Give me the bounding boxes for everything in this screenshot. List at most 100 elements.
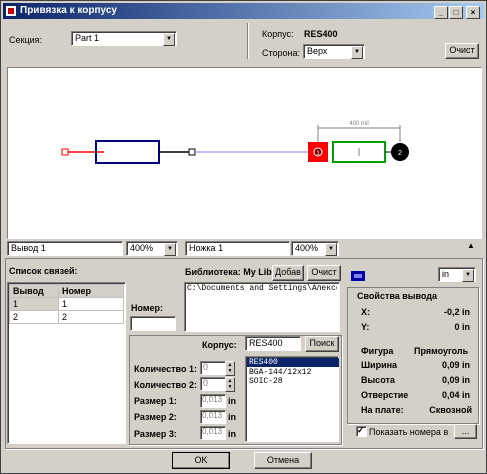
width-value: 0,09 in	[441, 360, 470, 370]
size3-input[interactable]: 0,013	[200, 426, 226, 440]
pin-field-value: Вывод 1	[11, 243, 46, 253]
title-bar: Привязка к корпусу _ □ ×	[3, 3, 484, 19]
pad-field[interactable]: Ножка 1	[185, 241, 290, 256]
section-value: Part 1	[75, 33, 100, 43]
list-item[interactable]: BGA-144/12x12	[249, 368, 311, 377]
zoom-right-dropdown[interactable]: 400% ▼	[291, 241, 339, 256]
height-label: Высота	[361, 375, 395, 385]
pad-2-number: 2	[398, 150, 402, 157]
dimension-label: 400 mil	[349, 121, 368, 127]
close-button[interactable]: ×	[466, 6, 480, 19]
clear-button-top[interactable]: Очист	[445, 43, 479, 59]
shape-value: Прямоуголь	[414, 346, 469, 356]
pin1-endpoint[interactable]	[61, 148, 69, 156]
chevron-down-icon[interactable]: ▼	[325, 243, 337, 256]
search-results-list[interactable]: RES400 BGA-144/12x12 SOIC-28	[245, 356, 339, 442]
height-value: 0,09 in	[441, 375, 470, 385]
package-value: RES400	[304, 29, 338, 39]
x-value: -0,2 in	[443, 307, 470, 317]
table-cell[interactable]: 2	[58, 310, 124, 324]
units-dropdown[interactable]: in ▼	[438, 267, 476, 282]
show-numbers-label[interactable]: Показать номера в	[369, 427, 451, 437]
search-button[interactable]: Поиск	[305, 336, 339, 352]
minimize-button[interactable]: _	[434, 6, 448, 19]
side-dropdown[interactable]: Верх ▼	[303, 44, 365, 59]
pin-field[interactable]: Вывод 1	[7, 241, 123, 256]
side-label: Сторона:	[262, 48, 301, 58]
table-cell[interactable]: 1	[58, 297, 124, 311]
chevron-down-icon[interactable]: ▼	[163, 33, 175, 46]
column-header-pin[interactable]: Вывод	[9, 284, 59, 298]
count1-input[interactable]: 0	[200, 361, 226, 375]
links-label: Список связей:	[9, 266, 78, 276]
table-row[interactable]: 1 1	[9, 297, 124, 311]
pad-field-value: Ножка 1	[189, 243, 224, 253]
count1-value: 0	[203, 362, 209, 372]
ok-button[interactable]: OK	[172, 452, 230, 469]
pad-properties-icon	[351, 271, 365, 281]
library-label: Библиотека: My Libra	[185, 267, 281, 277]
y-value: 0 in	[454, 322, 470, 332]
units-value: in	[442, 269, 450, 279]
table-cell[interactable]: 1	[9, 297, 59, 311]
more-button[interactable]: ...	[454, 424, 477, 439]
width-label: Ширина	[361, 360, 398, 370]
size1-value: 0,013	[202, 395, 223, 404]
number-label: Номер:	[131, 303, 164, 313]
table-row[interactable]: 2 2	[9, 310, 124, 324]
links-table[interactable]: Вывод Номер 1 1 2 2	[7, 282, 126, 444]
size2-value: 0,013	[202, 411, 223, 420]
cancel-button[interactable]: Отмена	[254, 452, 312, 469]
zoom-right-value: 400%	[295, 243, 319, 253]
collapse-arrow-icon[interactable]: ▲	[467, 241, 475, 250]
dialog-window: Привязка к корпусу _ □ × Секция: Part 1 …	[0, 0, 487, 474]
size3-unit: in	[228, 429, 236, 439]
number-input[interactable]	[130, 316, 176, 331]
ok-button-label: OK	[194, 455, 208, 465]
side-value: Верх	[307, 46, 328, 56]
library-path[interactable]: C:\Documents and Settings\Алексей\	[187, 284, 337, 293]
search-button-label: Поиск	[309, 338, 335, 348]
count2-spin-icon[interactable]: ▲ ▼	[225, 377, 235, 392]
size1-input[interactable]: 0,013	[200, 394, 226, 408]
column-header-number[interactable]: Номер	[58, 284, 124, 298]
show-numbers-checkbox[interactable]: ✓	[356, 425, 367, 437]
hole-label: Отверстие	[361, 390, 409, 400]
library-list[interactable]: C:\Documents and Settings\Алексей\	[184, 282, 340, 332]
count2-label: Количество 2:	[134, 380, 197, 390]
links-grid[interactable]: Вывод Номер 1 1 2 2	[9, 284, 124, 324]
pin2-endpoint[interactable]	[188, 148, 196, 156]
schematic-drawing[interactable]: 400 mil 1 2	[8, 68, 481, 238]
library-add-button[interactable]: Добав	[272, 265, 304, 281]
chevron-down-icon[interactable]: ▼	[351, 46, 363, 59]
component-body[interactable]	[95, 140, 160, 164]
search-package-value: RES400	[249, 338, 283, 348]
section-dropdown[interactable]: Part 1 ▼	[71, 31, 177, 46]
size2-input[interactable]: 0,013	[200, 410, 226, 424]
count2-input[interactable]: 0	[200, 377, 226, 391]
pin-properties-title: Свойства вывода	[356, 291, 439, 301]
search-package-input[interactable]: RES400	[245, 336, 301, 351]
count1-spin-icon[interactable]: ▲ ▼	[225, 361, 235, 376]
list-item[interactable]: SOIC-28	[249, 377, 283, 386]
chevron-down-icon[interactable]: ▼	[462, 269, 474, 282]
list-item[interactable]: RES400	[247, 358, 339, 367]
chevron-down-icon[interactable]: ▼	[164, 243, 176, 256]
size1-label: Размер 1:	[134, 396, 177, 406]
table-cell[interactable]: 2	[9, 310, 59, 324]
library-add-button-label: Добав	[275, 267, 301, 277]
separator	[247, 23, 248, 59]
count2-value: 0	[203, 378, 209, 388]
links-header-row: Вывод Номер	[9, 284, 124, 298]
drawing-canvas[interactable]: 400 mil 1 2	[7, 67, 482, 239]
size2-label: Размер 2:	[134, 412, 177, 422]
maximize-button[interactable]: □	[449, 6, 463, 19]
size2-unit: in	[228, 412, 236, 422]
zoom-left-dropdown[interactable]: 400% ▼	[126, 241, 178, 256]
cancel-button-label: Отмена	[266, 455, 300, 465]
y-label: Y:	[361, 322, 370, 332]
hole-value: 0,04 in	[441, 390, 470, 400]
window-title: Привязка к корпусу	[20, 5, 117, 16]
checkmark-icon: ✓	[357, 425, 365, 435]
library-clear-button[interactable]: Очист	[307, 265, 341, 281]
